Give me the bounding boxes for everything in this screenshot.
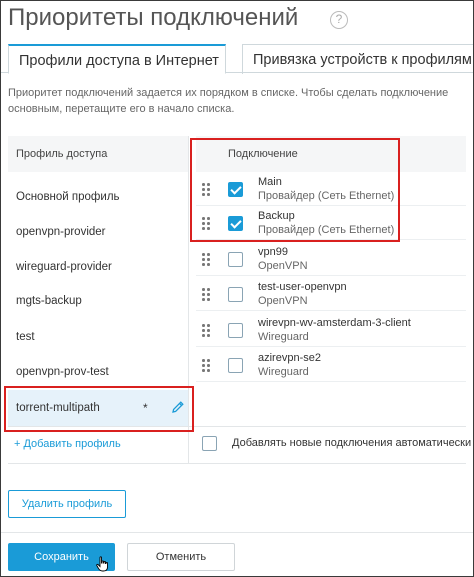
connection-type: Провайдер (Сеть Ethernet) [258, 224, 395, 236]
connection-name: Backup [258, 210, 295, 222]
connection-row-backup[interactable]: Backup Провайдер (Сеть Ethernet) [196, 206, 466, 240]
add-profile-link[interactable]: + Добавить профиль [14, 438, 121, 450]
connection-column-header: Подключение [228, 148, 298, 160]
hint-text: Приоритет подключений задается их порядк… [8, 87, 449, 115]
connection-checkbox[interactable] [228, 287, 243, 302]
connection-checkbox[interactable] [228, 216, 243, 231]
unsaved-marker: * [143, 401, 148, 415]
profile-item-test[interactable]: test [8, 320, 188, 354]
connection-checkbox[interactable] [228, 323, 243, 338]
connection-type: Wireguard [258, 366, 309, 378]
tab-internet-profiles[interactable]: Профили доступа в Интернет [8, 44, 226, 74]
tab-device-binding[interactable]: Привязка устройств к профилям [242, 44, 474, 74]
profile-item-label: openvpn-prov-test [16, 366, 109, 378]
delete-profile-button[interactable]: Удалить профиль [8, 490, 126, 518]
connection-type: OpenVPN [258, 260, 308, 272]
profile-item-label: torrent-multipath [16, 402, 100, 414]
footer-divider [0, 532, 474, 533]
drag-handle-icon[interactable] [202, 324, 210, 338]
connection-name: vpn99 [258, 246, 288, 258]
list-bottom-divider [8, 463, 466, 464]
hand-cursor-icon [96, 556, 108, 572]
auto-add-label: Добавлять новые подключения автоматическ… [232, 437, 472, 449]
list-footer-divider [8, 426, 466, 427]
profile-item-label: test [16, 331, 35, 343]
profile-item-main[interactable]: Основной профиль [8, 180, 188, 214]
connection-name: wirevpn-wv-amsterdam-3-client [258, 317, 411, 329]
connection-name: test-user-openvpn [258, 281, 347, 293]
connection-type: Wireguard [258, 331, 309, 343]
tab-bar: Профили доступа в Интернет Привязка устр… [8, 44, 474, 74]
connection-type: Провайдер (Сеть Ethernet) [258, 190, 395, 202]
drag-handle-icon[interactable] [202, 288, 210, 302]
profile-item-torrent-multipath[interactable]: torrent-multipath * [8, 390, 188, 426]
pencil-icon[interactable] [171, 400, 185, 414]
connection-name: Main [258, 176, 282, 188]
column-divider [188, 136, 189, 463]
drag-handle-icon[interactable] [202, 359, 210, 373]
profile-item-openvpn-provider[interactable]: openvpn-provider [8, 215, 188, 249]
profile-item-mgts-backup[interactable]: mgts-backup [8, 284, 188, 318]
connection-row-main[interactable]: Main Провайдер (Сеть Ethernet) [196, 172, 466, 206]
cancel-button[interactable]: Отменить [127, 543, 235, 571]
connection-row-vpn99[interactable]: vpn99 OpenVPN [196, 242, 466, 276]
profile-column-header: Профиль доступа [16, 148, 108, 160]
help-icon[interactable]: ? [330, 11, 348, 29]
profile-item-label: wireguard-provider [16, 261, 112, 273]
profile-item-label: mgts-backup [16, 295, 82, 307]
connection-type: OpenVPN [258, 295, 308, 307]
drag-handle-icon[interactable] [202, 253, 210, 267]
auto-add-checkbox[interactable] [202, 436, 217, 451]
drag-handle-icon[interactable] [202, 217, 210, 231]
connection-row-azirevpn[interactable]: azirevpn-se2 Wireguard [196, 348, 466, 382]
profile-item-openvpn-prov-test[interactable]: openvpn-prov-test [8, 355, 188, 389]
connection-row-wirevpn[interactable]: wirevpn-wv-amsterdam-3-client Wireguard [196, 313, 466, 347]
profile-item-label: openvpn-provider [16, 226, 106, 238]
page-title: Приоритеты подключений [8, 4, 299, 31]
profile-item-wireguard-provider[interactable]: wireguard-provider [8, 250, 188, 284]
connection-checkbox[interactable] [228, 182, 243, 197]
connection-checkbox[interactable] [228, 252, 243, 267]
connection-checkbox[interactable] [228, 358, 243, 373]
drag-handle-icon[interactable] [202, 183, 210, 197]
connection-name: azirevpn-se2 [258, 352, 321, 364]
profile-item-label: Основной профиль [16, 191, 120, 203]
connection-row-test-user-openvpn[interactable]: test-user-openvpn OpenVPN [196, 277, 466, 311]
